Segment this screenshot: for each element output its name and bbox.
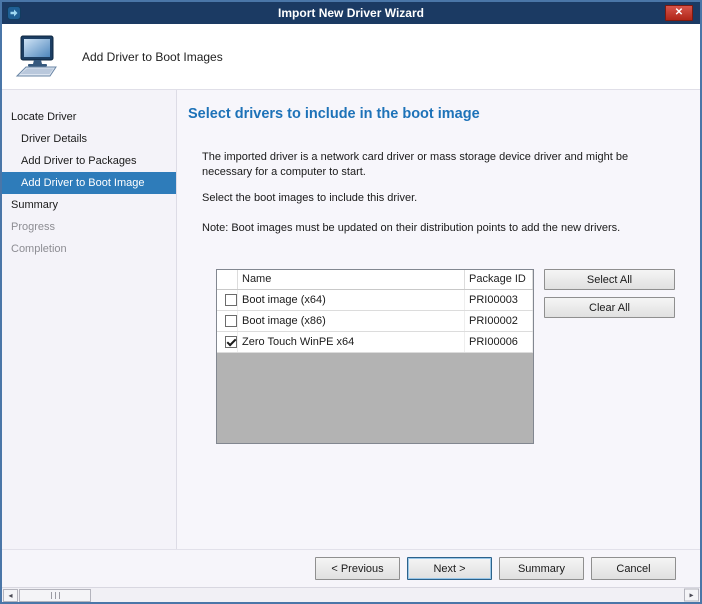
table-row[interactable]: Boot image (x86) PRI00002 xyxy=(217,311,533,332)
boot-image-selection-zone: Name Package ID Boot image (x64) PRI0000… xyxy=(216,269,680,444)
column-header-checkbox[interactable] xyxy=(217,270,238,289)
note-text: Note: Boot images must be updated on the… xyxy=(202,221,680,236)
page-title: Add Driver to Boot Images xyxy=(82,50,223,64)
scroll-right-icon[interactable]: ▸ xyxy=(684,589,699,602)
selection-buttons: Select All Clear All xyxy=(544,269,675,444)
content-text: The imported driver is a network card dr… xyxy=(202,150,680,444)
scrollbar-thumb[interactable] xyxy=(19,589,91,602)
horizontal-scrollbar[interactable]: ◂ ▸ xyxy=(2,587,700,602)
cancel-button[interactable]: Cancel xyxy=(591,557,676,580)
checkbox-cell xyxy=(217,311,238,331)
package-id-cell: PRI00003 xyxy=(465,290,533,310)
boot-images-table: Name Package ID Boot image (x64) PRI0000… xyxy=(216,269,534,444)
title-bar: Import New Driver Wizard ✕ xyxy=(2,2,700,24)
name-cell: Boot image (x64) xyxy=(238,290,465,310)
window-title: Import New Driver Wizard xyxy=(2,6,700,20)
clear-all-button[interactable]: Clear All xyxy=(544,297,675,318)
intro-text: The imported driver is a network card dr… xyxy=(202,150,674,180)
wizard-steps-sidebar: Locate Driver Driver Details Add Driver … xyxy=(2,90,177,549)
sidebar-item-progress: Progress xyxy=(2,216,176,238)
sidebar-item-add-driver-to-boot-image[interactable]: Add Driver to Boot Image xyxy=(2,172,176,194)
checkbox-cell xyxy=(217,332,238,352)
package-id-cell: PRI00002 xyxy=(465,311,533,331)
wizard-header: Add Driver to Boot Images xyxy=(2,24,700,90)
table-header-row: Name Package ID xyxy=(217,270,533,290)
table-row[interactable]: Zero Touch WinPE x64 PRI00006 xyxy=(217,332,533,353)
checkbox-cell xyxy=(217,290,238,310)
wizard-footer: < Previous Next > Summary Cancel xyxy=(2,549,700,587)
wizard-window: Import New Driver Wizard ✕ Add Driver to… xyxy=(0,0,702,604)
content-heading: Select drivers to include in the boot im… xyxy=(188,106,700,122)
select-all-button[interactable]: Select All xyxy=(544,269,675,290)
wizard-body: Locate Driver Driver Details Add Driver … xyxy=(2,90,700,549)
next-button[interactable]: Next > xyxy=(407,557,492,580)
column-header-name[interactable]: Name xyxy=(238,270,465,289)
summary-button[interactable]: Summary xyxy=(499,557,584,580)
table-row[interactable]: Boot image (x64) PRI00003 xyxy=(217,290,533,311)
scroll-left-icon[interactable]: ◂ xyxy=(3,589,18,602)
sidebar-item-locate-driver[interactable]: Locate Driver xyxy=(2,106,176,128)
select-instruction-text: Select the boot images to include this d… xyxy=(202,191,680,206)
sidebar-item-driver-details[interactable]: Driver Details xyxy=(2,128,176,150)
wizard-content: Select drivers to include in the boot im… xyxy=(177,90,700,549)
package-id-cell: PRI00006 xyxy=(465,332,533,352)
column-header-package-id[interactable]: Package ID xyxy=(465,270,533,289)
sidebar-item-completion: Completion xyxy=(2,238,176,260)
computer-icon xyxy=(14,35,62,79)
row-checkbox[interactable] xyxy=(225,315,237,327)
row-checkbox[interactable] xyxy=(225,294,237,306)
row-checkbox[interactable] xyxy=(225,336,237,348)
name-cell: Zero Touch WinPE x64 xyxy=(238,332,465,352)
name-cell: Boot image (x86) xyxy=(238,311,465,331)
sidebar-item-add-driver-to-packages[interactable]: Add Driver to Packages xyxy=(2,150,176,172)
close-icon[interactable]: ✕ xyxy=(665,5,693,21)
table-empty-area xyxy=(217,353,533,443)
previous-button[interactable]: < Previous xyxy=(315,557,400,580)
sidebar-item-summary[interactable]: Summary xyxy=(2,194,176,216)
